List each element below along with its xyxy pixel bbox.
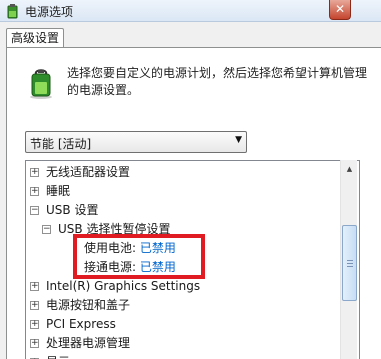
description-line-2: 的电源设置。 <box>67 83 140 97</box>
description-line-1: 选择您要自定义的电源计划，然后选择您希望计算机管理 <box>67 66 368 80</box>
expand-icon[interactable]: + <box>30 339 39 348</box>
tree-item-label: 睡眠 <box>46 184 71 198</box>
battery-power-icon <box>30 69 52 99</box>
collapse-icon[interactable]: − <box>42 225 51 234</box>
highlight-annotation <box>73 234 205 279</box>
close-button[interactable]: ✕ <box>329 0 351 20</box>
power-plan-select[interactable]: 节能 [活动] ▼ <box>25 131 247 153</box>
power-plan-value: 节能 [活动] <box>30 137 92 151</box>
grip-line <box>347 263 353 264</box>
expand-icon[interactable]: + <box>30 301 39 310</box>
scroll-thumb[interactable] <box>342 225 357 301</box>
scroll-up-arrow-icon[interactable]: ▲ <box>342 161 357 177</box>
expand-icon[interactable]: + <box>30 168 39 177</box>
title-bar: 电源选项 ✕ <box>0 0 381 22</box>
expand-icon[interactable]: + <box>30 187 39 196</box>
tree-item-label: USB 设置 <box>46 203 99 217</box>
expand-icon[interactable]: + <box>30 320 39 329</box>
tree-item-label: 电源按钮和盖子 <box>46 298 131 312</box>
tree-item-label: PCI Express <box>46 317 116 331</box>
tab-advanced-settings[interactable]: 高级设置 <box>6 28 64 48</box>
tree-scrollbar[interactable]: ▲ <box>340 160 357 359</box>
grip-line <box>347 260 353 261</box>
power-options-icon <box>7 4 18 19</box>
grip-line <box>347 266 353 267</box>
description-text: 选择您要自定义的电源计划，然后选择您希望计算机管理 的电源设置。 <box>67 65 367 99</box>
tab-bar: 高级设置 <box>0 22 381 48</box>
collapse-icon[interactable]: − <box>30 206 39 215</box>
tree-item-label: Intel(R) Graphics Settings <box>46 279 201 293</box>
tree-item-label: 显示 <box>46 353 70 359</box>
tree-item-label: 无线适配器设置 <box>46 165 131 179</box>
window-title: 电源选项 <box>25 5 74 19</box>
chevron-down-icon: ▼ <box>235 135 242 145</box>
expand-icon[interactable]: + <box>30 282 39 291</box>
tree-item-label: 处理器电源管理 <box>46 336 131 350</box>
